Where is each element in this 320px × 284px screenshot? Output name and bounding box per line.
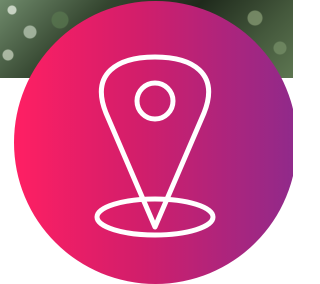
location-pin-icon (94, 54, 216, 238)
icon-card (0, 0, 293, 284)
pin-center-circle (134, 80, 176, 122)
location-badge (14, 1, 293, 284)
pin-base-ellipse (94, 196, 216, 238)
